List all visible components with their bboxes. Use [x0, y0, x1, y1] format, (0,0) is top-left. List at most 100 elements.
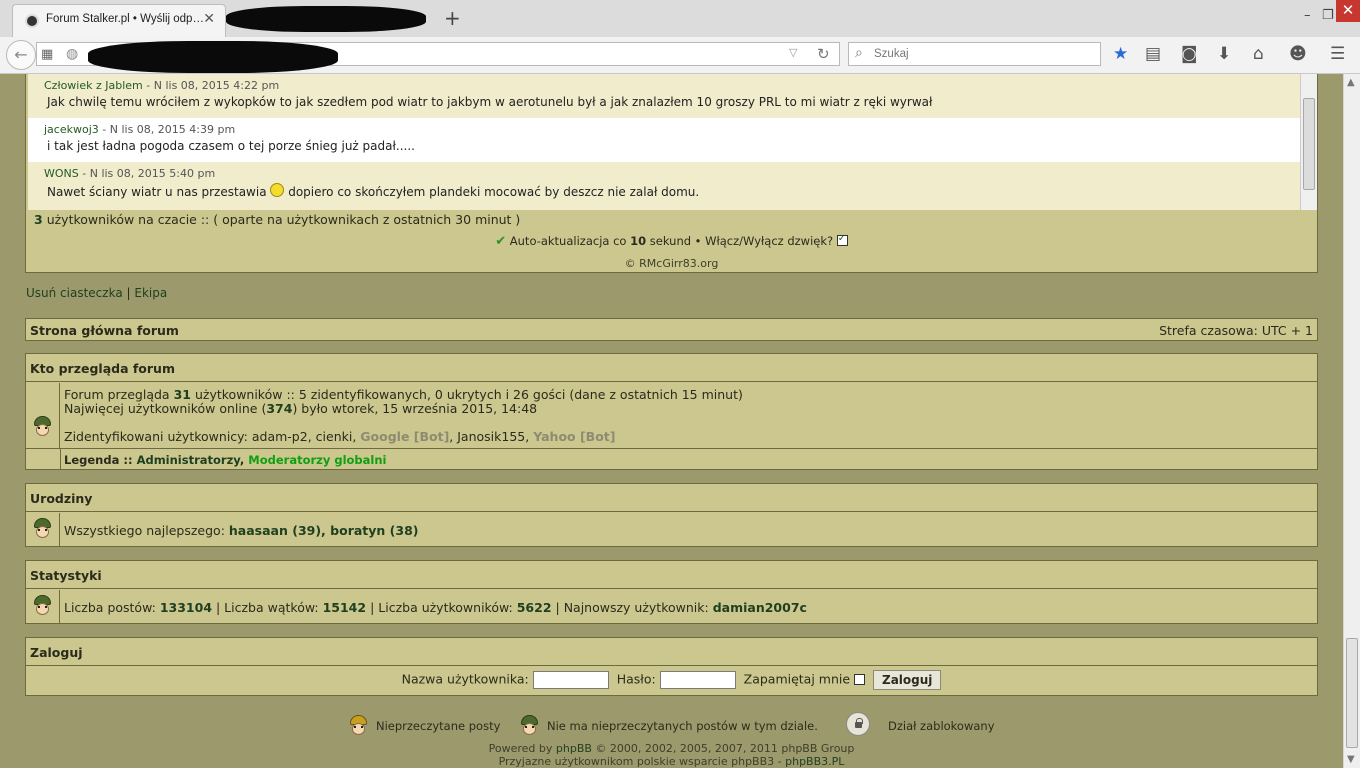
newest-user-link[interactable]: damian2007c: [713, 600, 807, 615]
chat-time: - N lis 08, 2015 5:40 pm: [82, 167, 216, 180]
powered-by: Powered by phpBB © 2000, 2002, 2005, 200…: [488, 742, 855, 768]
soldier-icon: [33, 518, 52, 539]
user-link[interactable]: Janosik155: [457, 429, 525, 444]
footer-links: Usuń ciasteczka | Ekipa: [26, 286, 168, 300]
phpbb-link[interactable]: phpBB: [556, 742, 592, 755]
chat-message: Człowiek z Jablem - N lis 08, 2015 4:22 …: [28, 74, 1300, 118]
delete-cookies-link[interactable]: Usuń ciasteczka: [26, 286, 123, 300]
chat-scroll-thumb[interactable]: [1303, 98, 1315, 190]
legend-admin[interactable]: Administratorzy: [137, 453, 240, 467]
birthday-users[interactable]: haasaan (39), boratyn (38): [229, 523, 419, 538]
section-title: Urodziny: [26, 484, 1317, 512]
identified-users: Zidentyfikowani użytkownicy: adam-p2, ci…: [64, 429, 616, 444]
reading-list-icon[interactable]: ▤: [1145, 44, 1161, 64]
icon-cell: [26, 513, 60, 546]
bookmark-star-icon[interactable]: ★: [1113, 44, 1128, 64]
section-title: Zaloguj: [26, 638, 1317, 666]
forum-home-link[interactable]: Strona główna forum: [30, 323, 179, 338]
team-link[interactable]: Ekipa: [134, 286, 167, 300]
locked-forum-label: Dział zablokowany: [888, 719, 995, 733]
who-content: Forum przegląda 31 użytkowników :: 5 zid…: [64, 388, 743, 444]
bot-user-link[interactable]: Yahoo [Bot]: [533, 429, 615, 444]
phpbb3pl-link[interactable]: phpBB3.PL: [785, 755, 844, 768]
chat-username[interactable]: jacekwoj3: [44, 123, 99, 136]
chat-text: i tak jest ładna pogoda czasem o tej por…: [47, 139, 415, 153]
download-icon[interactable]: ⬇: [1217, 44, 1231, 64]
legend-global-mod[interactable]: Moderatorzy globalni: [248, 453, 386, 467]
chat-copyright: © RMcGirr83.org: [624, 257, 719, 270]
chat-panel: Człowiek z Jablem - N lis 08, 2015 4:22 …: [25, 74, 1318, 273]
search-icon: ⌕: [855, 45, 863, 61]
auto-update-line: ✔ Auto-aktualizacja co 10 sekund • Włącz…: [26, 233, 1317, 249]
lock-icon: [846, 712, 870, 736]
scroll-down-icon[interactable]: ▼: [1347, 754, 1355, 765]
tab-title: Forum Stalker.pl • Wyślij odp…: [46, 13, 204, 25]
new-tab-button[interactable]: +: [444, 6, 461, 30]
checkmark-icon: ✔: [495, 234, 507, 249]
chat-message: jacekwoj3 - N lis 08, 2015 4:39 pm i tak…: [28, 118, 1300, 162]
smiley-icon: [270, 183, 285, 197]
login-section: Zaloguj Nazwa użytkownika: Hasło: Zapami…: [25, 637, 1318, 696]
chat-icon[interactable]: ☻: [1289, 44, 1307, 64]
chat-scrollbar[interactable]: [1300, 74, 1317, 210]
stats-content: Liczba postów: 133104 | Liczba wątków: 1…: [64, 600, 807, 615]
no-unread-posts-icon: [520, 715, 539, 736]
chat-text: Jak chwilę temu wróciłem z wykopków to j…: [47, 95, 933, 109]
chat-time: - N lis 08, 2015 4:22 pm: [146, 79, 280, 92]
section-title: Statystyki: [26, 561, 1317, 589]
user-link[interactable]: cienki: [316, 429, 353, 444]
login-form: Nazwa użytkownika: Hasło: Zapamiętaj mni…: [26, 670, 1317, 690]
chat-text-part: dopiero co skończyłem plandeki mocować b…: [288, 185, 700, 199]
tab-active[interactable]: Forum Stalker.pl • Wyślij odp… ✕: [12, 4, 226, 37]
redaction-mark: [88, 41, 338, 73]
tab-bar: Forum Stalker.pl • Wyślij odp… ✕ + – ❐ ✕: [0, 0, 1360, 37]
library-icon[interactable]: ▦: [41, 47, 53, 62]
restore-button[interactable]: ❐: [1322, 8, 1334, 23]
pocket-icon[interactable]: ◙: [1181, 44, 1198, 64]
chat-online-count: 3 użytkowników na czacie :: ( oparte na …: [34, 212, 521, 227]
soldier-icon: [33, 416, 52, 437]
who-is-online-section: Kto przegląda forum Forum przegląda 31 u…: [25, 353, 1318, 470]
search-placeholder: Szukaj: [874, 48, 909, 60]
scroll-thumb[interactable]: [1346, 638, 1358, 748]
remember-me-checkbox[interactable]: [854, 673, 866, 685]
chat-text-part: Nawet ściany wiatr u nas przestawia: [47, 185, 267, 199]
minimize-button[interactable]: –: [1304, 8, 1311, 23]
page-scrollbar[interactable]: ▲ ▼: [1343, 74, 1360, 768]
menu-icon[interactable]: ☰: [1330, 44, 1345, 64]
chat-message: WONS - N lis 08, 2015 5:40 pm Nawet ścia…: [28, 162, 1300, 210]
unread-posts-label: Nieprzeczytane posty: [376, 719, 501, 733]
statistics-section: Statystyki Liczba postów: 133104 | Liczb…: [25, 560, 1318, 624]
tab-close-icon[interactable]: ✕: [203, 11, 215, 27]
chat-message-list[interactable]: Człowiek z Jablem - N lis 08, 2015 4:22 …: [28, 74, 1317, 210]
section-title: Kto przegląda forum: [26, 354, 1317, 382]
site-favicon-icon: [25, 14, 39, 28]
redaction-mark: [226, 6, 426, 32]
window-close-button[interactable]: ✕: [1336, 0, 1360, 22]
who-line-2: Najwięcej użytkowników online (374) było…: [64, 401, 538, 416]
user-link[interactable]: adam-p2: [252, 429, 308, 444]
bot-user-link[interactable]: Google [Bot]: [360, 429, 449, 444]
soldier-icon: [33, 595, 52, 616]
who-line-1: Forum przegląda 31 użytkowników :: 5 zid…: [64, 387, 743, 402]
search-bar[interactable]: ⌕ Szukaj: [848, 42, 1101, 66]
chat-text: Nawet ściany wiatr u nas przestawia dopi…: [47, 183, 1300, 199]
login-button[interactable]: Zaloguj: [873, 670, 942, 690]
birthdays-content: Wszystkiego najlepszego: haasaan (39), b…: [64, 523, 419, 538]
password-input[interactable]: [659, 671, 736, 689]
chat-username[interactable]: WONS: [44, 167, 79, 180]
chat-time: - N lis 08, 2015 4:39 pm: [102, 123, 236, 136]
forum-navbar: Strona główna forum Strefa czasowa: UTC …: [25, 318, 1318, 341]
back-button[interactable]: ←: [6, 40, 36, 70]
sound-toggle-checkbox[interactable]: [836, 233, 848, 246]
reload-icon[interactable]: ↻: [817, 45, 830, 63]
legend-row: Legenda :: Administratorzy, Moderatorzy …: [26, 448, 1317, 470]
home-icon[interactable]: ⌂: [1253, 44, 1264, 64]
chat-username[interactable]: Człowiek z Jablem: [44, 79, 143, 92]
scroll-up-icon[interactable]: ▲: [1347, 77, 1355, 88]
url-dropdown-icon[interactable]: ▽: [789, 46, 797, 59]
no-unread-posts-label: Nie ma nieprzeczytanych postów w tym dzi…: [547, 719, 818, 733]
nav-toolbar: ▦ ◍ ▽ ↻ ← ⌕ Szukaj ★ ▤ ◙ ⬇ ⌂ ☻ ☰: [0, 37, 1360, 74]
username-input[interactable]: [532, 671, 609, 689]
unread-posts-icon: [349, 715, 368, 736]
